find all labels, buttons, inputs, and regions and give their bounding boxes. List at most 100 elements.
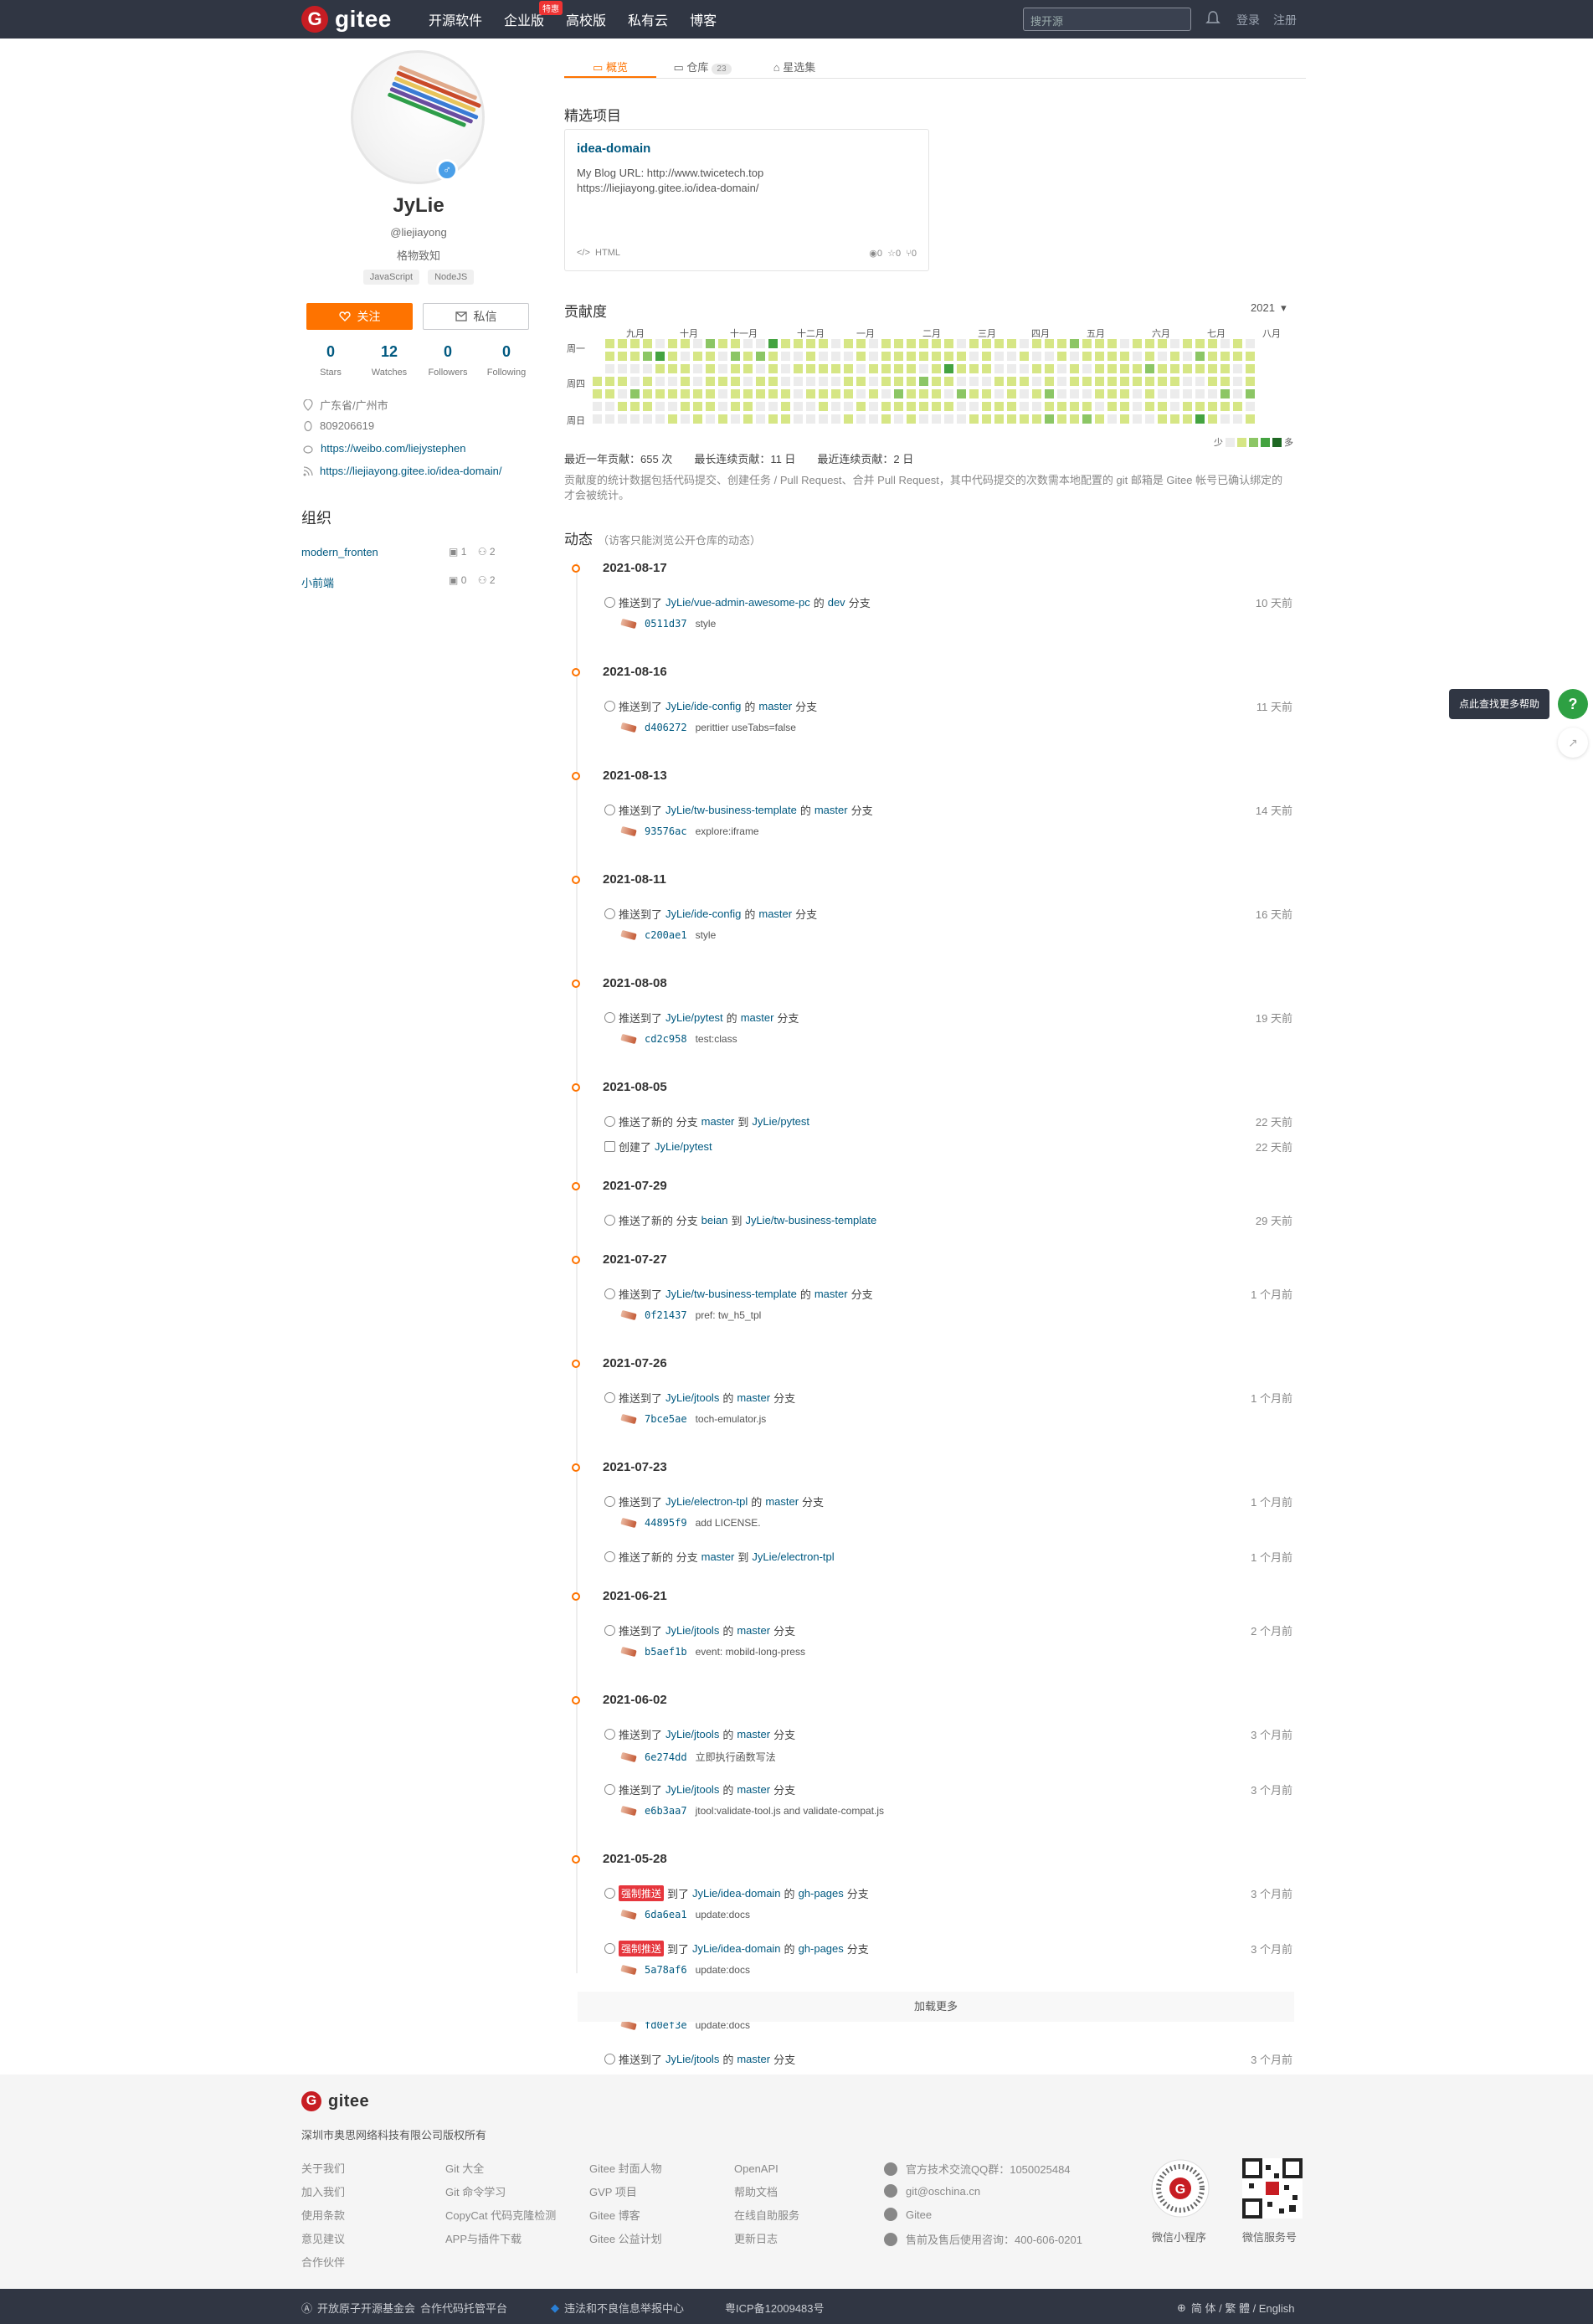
heatmap-cell[interactable] <box>1183 389 1192 398</box>
heatmap-cell[interactable] <box>618 414 627 424</box>
search-input[interactable]: 搜开源 <box>1023 8 1191 31</box>
branch-link[interactable]: master <box>737 1624 770 1637</box>
heatmap-cell[interactable] <box>1095 339 1104 348</box>
login-link[interactable]: 登录 <box>1236 12 1260 28</box>
heatmap-cell[interactable] <box>919 414 928 424</box>
footer-link[interactable]: 在线自助服务 <box>734 2204 799 2228</box>
heatmap-cell[interactable] <box>718 352 727 361</box>
heatmap-cell[interactable] <box>618 402 627 411</box>
heatmap-cell[interactable] <box>1208 414 1217 424</box>
heatmap-cell[interactable] <box>1170 339 1179 348</box>
heatmap-cell[interactable] <box>643 352 652 361</box>
heatmap-cell[interactable] <box>630 414 640 424</box>
heatmap-cell[interactable] <box>1045 389 1054 398</box>
heatmap-cell[interactable] <box>668 377 677 386</box>
heatmap-cell[interactable] <box>1020 389 1029 398</box>
heatmap-cell[interactable] <box>1120 364 1129 373</box>
heatmap-cell[interactable] <box>1057 414 1066 424</box>
heatmap-cell[interactable] <box>1082 414 1092 424</box>
heatmap-cell[interactable] <box>1070 377 1079 386</box>
stat-followers[interactable]: 0 Followers <box>419 343 477 378</box>
tab-star-collection[interactable]: ⌂ 星选集 <box>748 54 840 78</box>
heatmap-cell[interactable] <box>944 364 953 373</box>
heatmap-cell[interactable] <box>756 389 765 398</box>
heatmap-cell[interactable] <box>994 414 1004 424</box>
repo-link[interactable]: JyLie/tw-business-template <box>745 1214 876 1226</box>
heatmap-cell[interactable] <box>706 402 715 411</box>
heatmap-cell[interactable] <box>1057 402 1066 411</box>
heatmap-cell[interactable] <box>1133 377 1142 386</box>
heatmap-cell[interactable] <box>743 352 753 361</box>
notification-icon[interactable] <box>1205 10 1220 27</box>
heatmap-cell[interactable] <box>1246 414 1255 424</box>
heatmap-cell[interactable] <box>969 402 979 411</box>
heatmap-cell[interactable] <box>1183 364 1192 373</box>
heatmap-cell[interactable] <box>819 389 828 398</box>
heatmap-cell[interactable] <box>718 389 727 398</box>
heatmap-cell[interactable] <box>1057 364 1066 373</box>
heatmap-cell[interactable] <box>1195 364 1205 373</box>
heatmap-cell[interactable] <box>1158 377 1167 386</box>
heatmap-cell[interactable] <box>969 364 979 373</box>
footer-link[interactable]: 加入我们 <box>301 2181 345 2204</box>
heatmap-cell[interactable] <box>1007 389 1016 398</box>
heatmap-cell[interactable] <box>1070 352 1079 361</box>
repo-link[interactable]: JyLie/vue-admin-awesome-pc <box>665 596 810 609</box>
heatmap-cell[interactable] <box>982 377 991 386</box>
heatmap-cell[interactable] <box>605 364 614 373</box>
heatmap-cell[interactable] <box>1095 414 1104 424</box>
heatmap-cell[interactable] <box>844 402 853 411</box>
heatmap-cell[interactable] <box>982 389 991 398</box>
heatmap-cell[interactable] <box>1170 402 1179 411</box>
commit-sha-link[interactable]: 7bce5ae <box>645 1413 687 1425</box>
heatmap-cell[interactable] <box>944 377 953 386</box>
heatmap-cell[interactable] <box>668 402 677 411</box>
heatmap-cell[interactable] <box>1183 377 1192 386</box>
heatmap-cell[interactable] <box>1020 414 1029 424</box>
heatmap-cell[interactable] <box>693 414 702 424</box>
heatmap-cell[interactable] <box>907 352 916 361</box>
heatmap-cell[interactable] <box>681 352 690 361</box>
heatmap-cell[interactable] <box>881 339 891 348</box>
heatmap-cell[interactable] <box>806 414 815 424</box>
heatmap-cell[interactable] <box>668 389 677 398</box>
heatmap-cell[interactable] <box>1220 364 1230 373</box>
heatmap-cell[interactable] <box>794 414 803 424</box>
heatmap-cell[interactable] <box>819 364 828 373</box>
branch-link[interactable]: master <box>758 700 792 712</box>
language-switch[interactable]: ⊕ 简 体 / 繁 體 / English <box>1177 2300 1294 2316</box>
gitee-logo[interactable]: G gitee <box>301 6 392 33</box>
heatmap-cell[interactable] <box>693 364 702 373</box>
share-icon[interactable]: ↗ <box>1558 728 1588 758</box>
heatmap-cell[interactable] <box>1170 352 1179 361</box>
heatmap-cell[interactable] <box>681 364 690 373</box>
heatmap-cell[interactable] <box>1233 339 1242 348</box>
heatmap-cell[interactable] <box>1070 414 1079 424</box>
heatmap-cell[interactable] <box>819 339 828 348</box>
message-button[interactable]: 私信 <box>423 303 529 330</box>
heatmap-cell[interactable] <box>1133 389 1142 398</box>
heatmap-cell[interactable] <box>1246 339 1255 348</box>
footer-link[interactable]: OpenAPI <box>734 2157 799 2181</box>
heatmap-cell[interactable] <box>894 364 903 373</box>
stat-following[interactable]: 0 Following <box>477 343 536 378</box>
heatmap-cell[interactable] <box>1195 377 1205 386</box>
heatmap-cell[interactable] <box>794 377 803 386</box>
branch-link[interactable]: master <box>737 1391 770 1404</box>
heatmap-cell[interactable] <box>1246 377 1255 386</box>
repo-link[interactable]: JyLie/pytest <box>655 1140 712 1153</box>
heatmap-cell[interactable] <box>1246 389 1255 398</box>
heatmap-cell[interactable] <box>844 389 853 398</box>
heatmap-cell[interactable] <box>1220 389 1230 398</box>
heatmap-cell[interactable] <box>856 414 866 424</box>
heatmap-cell[interactable] <box>1020 402 1029 411</box>
heatmap-cell[interactable] <box>831 352 840 361</box>
commit-sha-link[interactable]: b5aef1b <box>645 1646 687 1658</box>
heatmap-cell[interactable] <box>932 364 941 373</box>
footer-link[interactable]: 帮助文档 <box>734 2181 799 2204</box>
heatmap-cell[interactable] <box>743 389 753 398</box>
branch-link[interactable]: gh-pages <box>799 1887 844 1900</box>
heatmap-cell[interactable] <box>1145 364 1154 373</box>
heatmap-cell[interactable] <box>1045 339 1054 348</box>
heatmap-cell[interactable] <box>1208 389 1217 398</box>
